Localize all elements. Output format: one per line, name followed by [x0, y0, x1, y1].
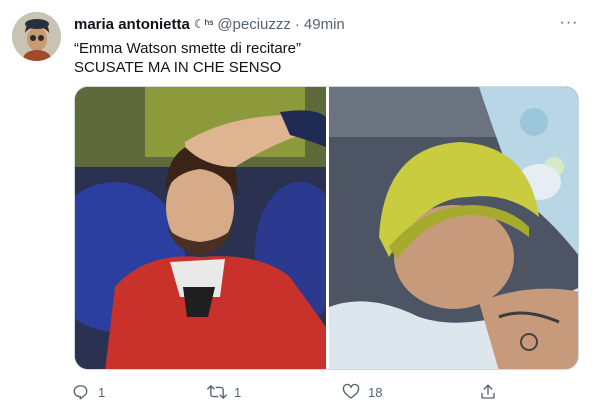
tweet-actions: 1 1 18 — [64, 378, 584, 406]
reply-icon — [64, 378, 98, 406]
avatar-image — [12, 12, 61, 61]
photo-left[interactable] — [75, 87, 326, 369]
timestamp[interactable]: 49min — [304, 16, 345, 33]
heart-icon — [334, 378, 368, 406]
retweet-icon — [200, 378, 234, 406]
media-grid — [74, 86, 579, 370]
tweet-text-line: “Emma Watson smette di recitare” — [74, 40, 301, 57]
reply-button[interactable]: 1 — [64, 378, 105, 406]
author-handle[interactable]: @peciuzzz — [217, 16, 291, 33]
photo-right[interactable] — [329, 87, 578, 369]
like-count: 18 — [368, 384, 383, 400]
retweet-count: 1 — [234, 384, 242, 400]
tweet-text-line: SCUSATE MA IN CHE SENSO — [74, 59, 282, 76]
share-button[interactable] — [471, 378, 505, 406]
retweet-button[interactable]: 1 — [200, 378, 241, 406]
more-options-button[interactable]: ··· — [555, 11, 583, 35]
photo-right-image — [329, 87, 578, 369]
author-name[interactable]: maria antonietta — [74, 16, 190, 33]
photo-left-image — [75, 87, 326, 369]
separator: · — [294, 15, 300, 33]
moon-badge-icon: ☾ʰˢ — [193, 17, 214, 31]
tweet-header: maria antonietta ☾ʰˢ @peciuzzz · 49min — [74, 14, 345, 34]
avatar[interactable] — [12, 12, 61, 61]
like-button[interactable]: 18 — [334, 378, 382, 406]
share-icon — [471, 378, 505, 406]
tweet[interactable]: maria antonietta ☾ʰˢ @peciuzzz · 49min ·… — [0, 0, 598, 410]
reply-count: 1 — [98, 384, 106, 400]
tweet-text: “Emma Watson smette di recitare” SCUSATE… — [74, 39, 301, 77]
more-icon: ··· — [559, 14, 579, 31]
